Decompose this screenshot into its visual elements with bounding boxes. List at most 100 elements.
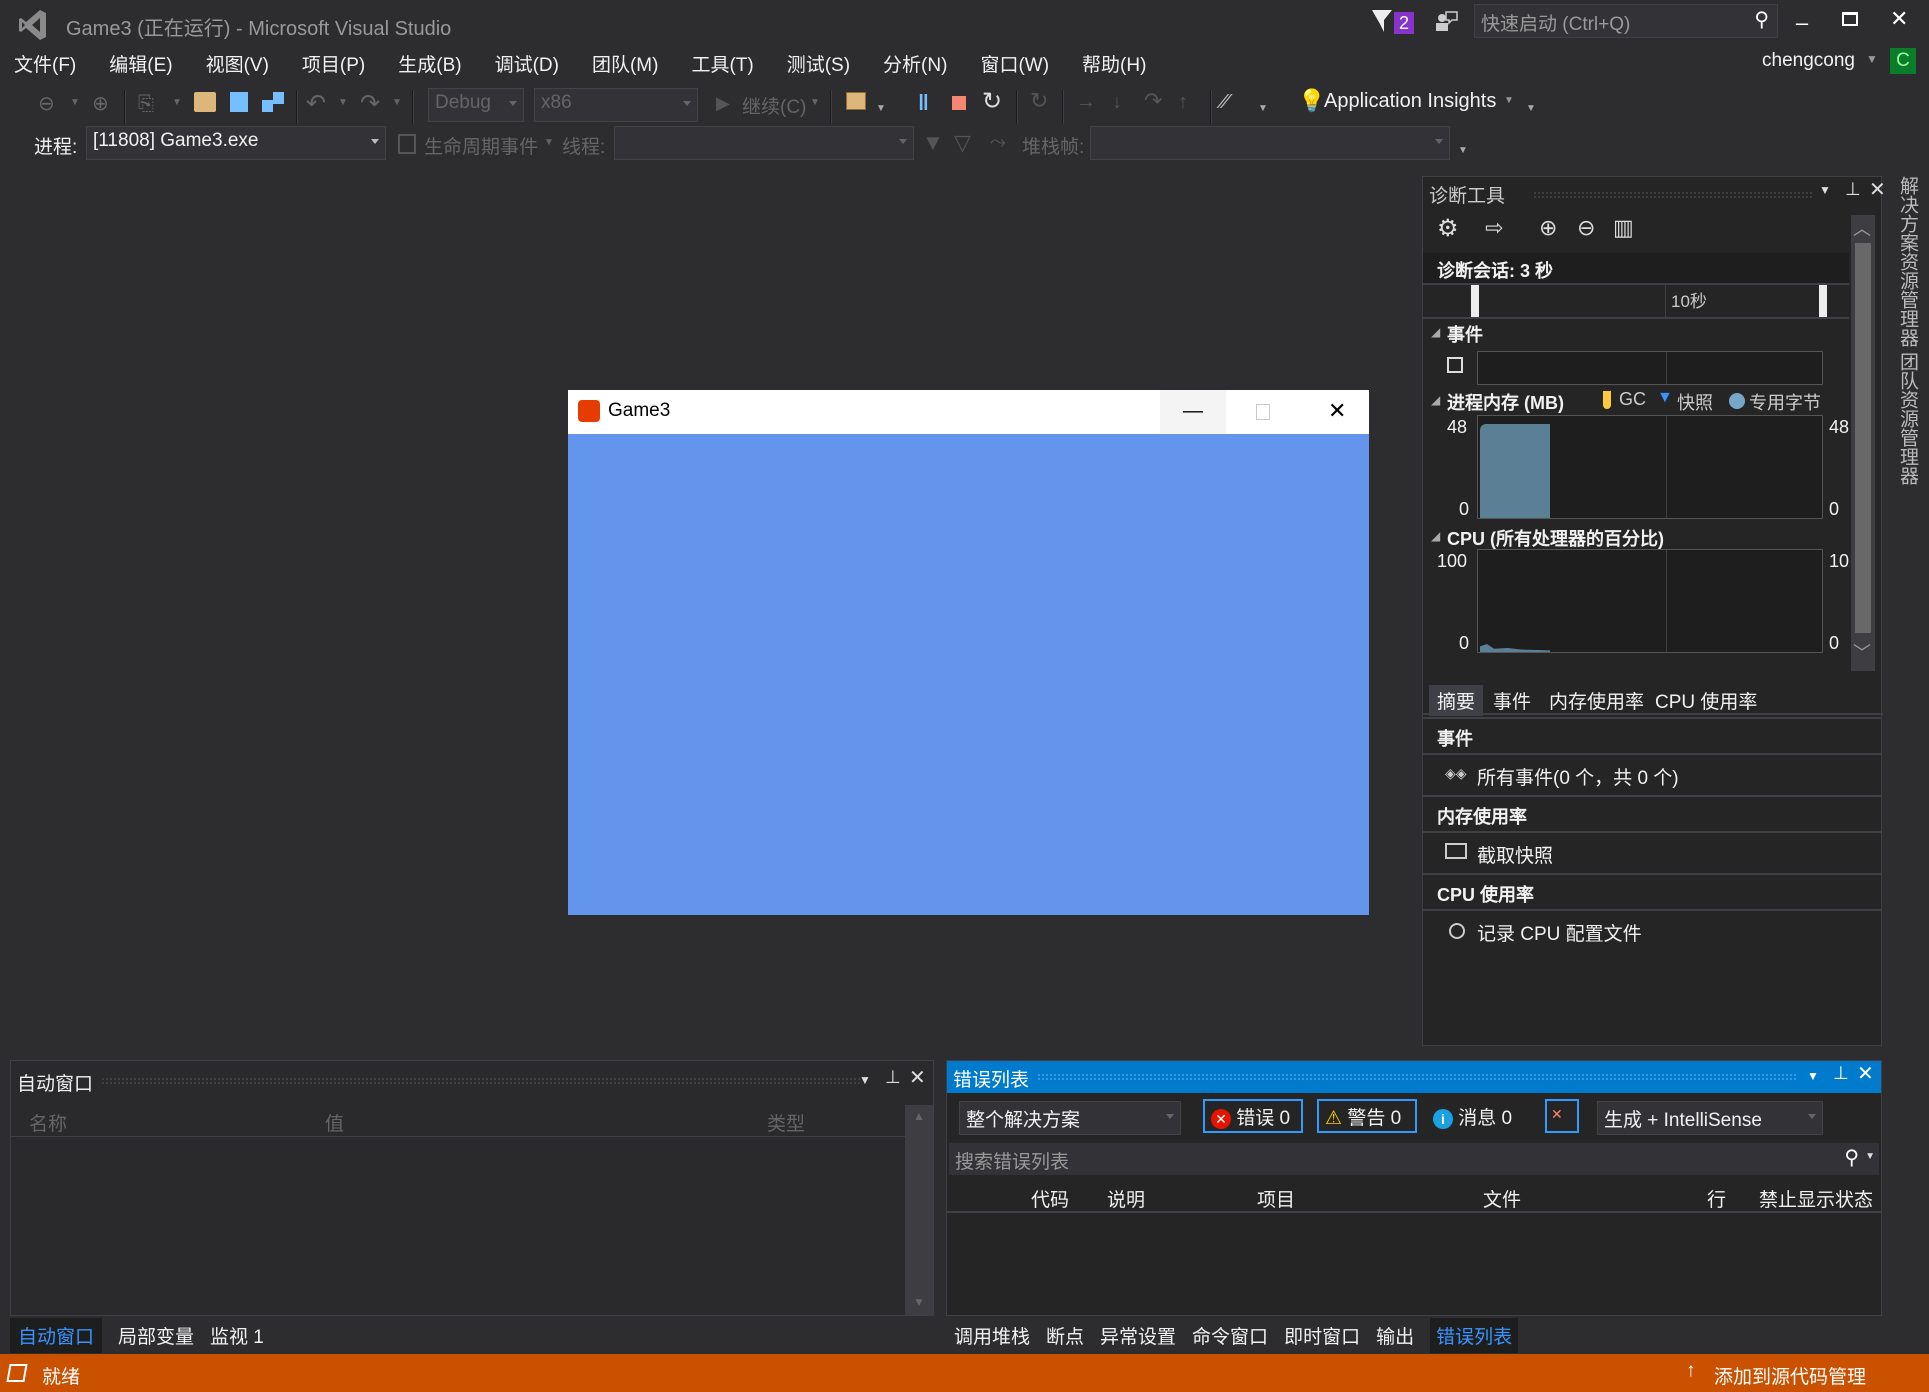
overflow-icon[interactable]: ▼ xyxy=(1526,104,1536,114)
menu-project[interactable]: 项目(P) xyxy=(302,50,365,78)
maximize-button[interactable] xyxy=(1842,12,1858,26)
new-project-icon[interactable]: ⎘ xyxy=(138,94,154,114)
menu-window[interactable]: 窗口(W) xyxy=(980,50,1049,78)
redo-icon[interactable]: ↷ xyxy=(360,92,380,116)
record-cpu-profile-button[interactable]: 记录 CPU 配置文件 xyxy=(1477,919,1642,946)
timeline-start-handle[interactable] xyxy=(1471,285,1479,317)
config-dropdown[interactable]: Debug xyxy=(428,88,524,122)
tab-breakpoints[interactable]: 断点 xyxy=(1046,1322,1084,1349)
continue-dropdown-icon[interactable]: ▼ xyxy=(810,98,820,108)
restart-icon[interactable]: ↻ xyxy=(982,90,1002,114)
all-events-row[interactable]: ◈◈ 所有事件(0 个，共 0 个) xyxy=(1423,753,1881,795)
lifecycle-dropdown-icon[interactable]: ▼ xyxy=(544,138,554,148)
tab-locals[interactable]: 局部变量 xyxy=(118,1322,194,1349)
scroll-down-icon[interactable]: ▼ xyxy=(913,1295,925,1309)
step-down-icon[interactable]: ↓ xyxy=(1112,92,1122,112)
step-over-icon[interactable]: ↷ xyxy=(1144,90,1162,112)
menu-help[interactable]: 帮助(H) xyxy=(1082,50,1146,78)
scroll-up-icon[interactable]: ▲ xyxy=(913,1109,925,1123)
find-in-files-icon[interactable] xyxy=(846,92,866,110)
scroll-up-icon[interactable]: ︿ xyxy=(1853,215,1871,241)
menu-analyze[interactable]: 分析(N) xyxy=(883,50,947,78)
step-into-icon[interactable]: → xyxy=(1076,92,1096,112)
source-control-up-icon[interactable]: ↑ xyxy=(1686,1360,1696,1382)
search-options-icon[interactable]: ▼ xyxy=(1865,1151,1875,1162)
diagnostics-scrollbar[interactable]: ︿ ﹀ xyxy=(1851,215,1875,671)
avatar[interactable]: C xyxy=(1890,48,1916,74)
drag-handle[interactable] xyxy=(1037,1073,1797,1081)
zoom-out-icon[interactable]: ⊖ xyxy=(1577,217,1595,239)
search-icon[interactable]: ⚲ xyxy=(1844,1145,1859,1170)
step-out-icon[interactable]: ↑ xyxy=(1178,92,1188,112)
search-icon[interactable]: ⚲ xyxy=(1754,7,1769,32)
settings-gear-icon[interactable]: ⚙ xyxy=(1437,217,1459,241)
autos-scrollbar[interactable]: ▲ ▼ xyxy=(905,1105,933,1315)
notification-filter-icon[interactable] xyxy=(1372,10,1392,32)
menu-tools[interactable]: 工具(T) xyxy=(691,50,753,78)
messages-filter-button[interactable]: i 消息 0 xyxy=(1433,1103,1512,1130)
game-minimize-button[interactable]: — xyxy=(1160,390,1226,434)
memory-collapse-icon[interactable]: ◢ xyxy=(1431,393,1440,407)
timeline-end-handle[interactable] xyxy=(1819,285,1827,317)
feedback-icon[interactable] xyxy=(1436,10,1458,32)
forward-icon[interactable]: ⊕ xyxy=(92,94,109,114)
overflow-icon[interactable]: ▼ xyxy=(1258,104,1268,114)
column-file[interactable]: 文件 xyxy=(1483,1185,1521,1212)
tab-autos[interactable]: 自动窗口 xyxy=(10,1317,103,1353)
all-events-link[interactable]: 所有事件(0 个，共 0 个) xyxy=(1477,763,1679,790)
errors-filter-button[interactable]: ✕ 错误 0 xyxy=(1203,1099,1303,1133)
column-code[interactable]: 代码 xyxy=(1031,1185,1069,1212)
lightbulb-icon[interactable]: 💡 xyxy=(1298,90,1325,112)
column-line[interactable]: 行 xyxy=(1707,1185,1726,1212)
scope-dropdown[interactable]: 整个解决方案 xyxy=(959,1101,1181,1135)
tab-exception-settings[interactable]: 异常设置 xyxy=(1100,1322,1176,1349)
export-icon[interactable]: ⇨ xyxy=(1485,217,1503,239)
warnings-filter-button[interactable]: ⚠ 警告 0 xyxy=(1317,1099,1417,1133)
chart-help-icon[interactable]: ▥ xyxy=(1613,217,1634,239)
memory-chart[interactable] xyxy=(1477,415,1823,519)
tab-immediate-window[interactable]: 即时窗口 xyxy=(1284,1322,1360,1349)
drag-handle[interactable] xyxy=(1533,191,1813,199)
side-tab-solution-explorer[interactable]: 解决方案资源管理器 xyxy=(1894,176,1921,347)
minimize-button[interactable]: – xyxy=(1790,10,1814,35)
menu-view[interactable]: 视图(V) xyxy=(206,50,269,78)
platform-dropdown[interactable]: x86 xyxy=(534,88,698,122)
new-project-dropdown-icon[interactable]: ▼ xyxy=(172,98,182,108)
game-maximize-button[interactable] xyxy=(1256,404,1270,420)
application-insights-button[interactable]: Application Insights xyxy=(1324,90,1496,113)
scroll-down-icon[interactable]: ﹀ xyxy=(1853,639,1871,665)
continue-icon[interactable]: ▶ xyxy=(716,94,730,112)
tab-memory-usage[interactable]: 内存使用率 xyxy=(1549,687,1644,714)
tab-command-window[interactable]: 命令窗口 xyxy=(1192,1322,1268,1349)
undo-icon[interactable]: ↶ xyxy=(306,92,326,116)
zoom-in-icon[interactable]: ⊕ xyxy=(1539,217,1557,239)
quick-launch-input[interactable]: 快速启动 (Ctrl+Q) ⚲ xyxy=(1474,4,1778,38)
tab-watch-1[interactable]: 监视 1 xyxy=(210,1322,264,1349)
hex-display-icon[interactable]: ⁄⁄ xyxy=(1222,92,1229,112)
take-snapshot-row[interactable]: 截取快照 xyxy=(1423,831,1881,873)
close-button[interactable]: ✕ xyxy=(1890,6,1908,32)
lifecycle-events-button[interactable]: 生命周期事件 xyxy=(424,132,538,159)
undo-dropdown-icon[interactable]: ▼ xyxy=(338,98,348,108)
user-name[interactable]: chengcong xyxy=(1762,50,1855,72)
flag-thread-clear-icon[interactable]: ▽ xyxy=(954,132,971,154)
tab-cpu-usage[interactable]: CPU 使用率 xyxy=(1655,687,1757,714)
scroll-thumb[interactable] xyxy=(1855,243,1871,633)
tab-output[interactable]: 输出 xyxy=(1376,1322,1414,1349)
menu-edit[interactable]: 编辑(E) xyxy=(109,50,172,78)
back-icon[interactable]: ⊖ xyxy=(38,94,55,114)
toggle-frames-icon[interactable]: ⤳ xyxy=(990,132,1006,152)
game-close-button[interactable]: ✕ xyxy=(1328,398,1346,424)
pause-icon[interactable]: ‖ xyxy=(918,92,929,114)
app-insights-dropdown-icon[interactable]: ▼ xyxy=(1504,96,1514,106)
menu-debug[interactable]: 调试(D) xyxy=(495,50,559,78)
events-collapse-icon[interactable]: ◢ xyxy=(1431,325,1440,339)
menu-test[interactable]: 测试(S) xyxy=(787,50,850,78)
panel-dropdown-icon[interactable]: ▼ xyxy=(1819,183,1831,197)
pin-icon[interactable]: ⊥ xyxy=(1845,179,1861,200)
column-suppression[interactable]: 禁止显示状态 xyxy=(1759,1185,1873,1212)
show-next-statement-icon[interactable]: ↻ xyxy=(1030,90,1048,112)
notification-badge[interactable]: 2 xyxy=(1394,12,1414,34)
lifecycle-events-icon[interactable] xyxy=(398,134,416,154)
pin-icon[interactable]: ⊥ xyxy=(1833,1063,1849,1084)
